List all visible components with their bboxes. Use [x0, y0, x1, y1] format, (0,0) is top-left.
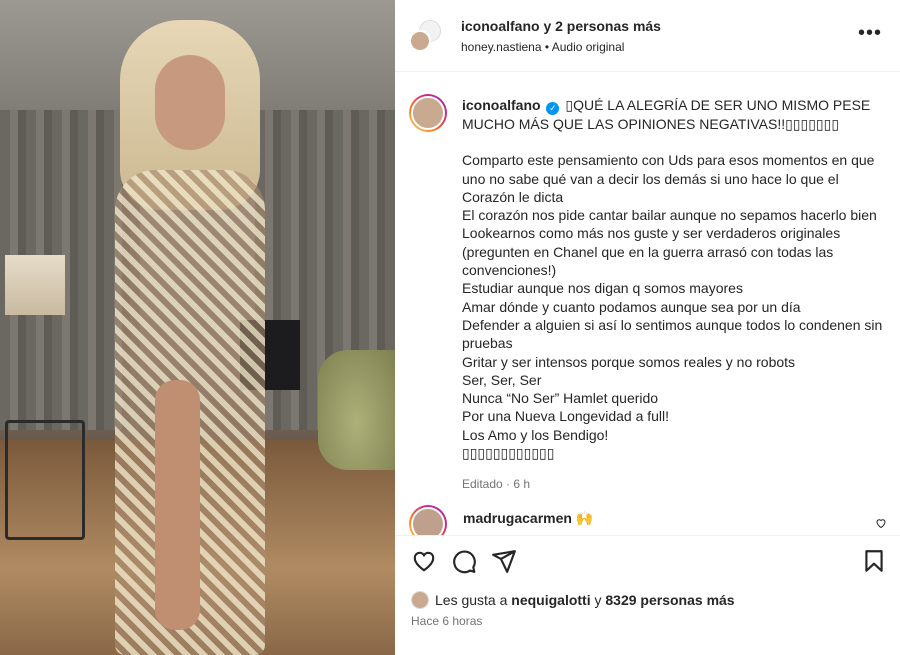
photo-face: [155, 55, 225, 150]
heart-icon[interactable]: [411, 548, 437, 574]
caption-line: Por una Nueva Longevidad a full!: [462, 408, 670, 425]
author-username[interactable]: iconoalfano: [461, 18, 540, 34]
avatar[interactable]: [411, 591, 429, 609]
comment-icon[interactable]: [451, 548, 477, 574]
post-header: iconoalfano y 2 personas más honey.nasti…: [395, 0, 900, 72]
separator: •: [544, 40, 550, 54]
likes-count-link[interactable]: 8329 personas más: [605, 592, 734, 608]
comment-emoji: 🙌: [575, 510, 594, 526]
caption-line: Comparto este pensamiento con Uds para e…: [462, 152, 875, 205]
caption-line: Gritar y ser intensos porque somos reale…: [462, 353, 796, 370]
post-window: iconoalfano y 2 personas más honey.nasti…: [0, 0, 900, 655]
post-time[interactable]: Hace 6 horas: [411, 614, 482, 628]
avatar: [409, 30, 431, 52]
photo-leg: [155, 380, 200, 630]
likes-conj: y: [594, 592, 602, 608]
comment-author: madrugacarmen 🙌: [463, 510, 593, 527]
comment-username[interactable]: madrugacarmen: [463, 510, 572, 526]
caption-first-line: iconoalfano ✓ ▯QUÉ LA ALEGRÍA DE SER UNO…: [462, 96, 887, 133]
caption-text: iconoalfano ✓ ▯QUÉ LA ALEGRÍA DE SER UNO…: [462, 96, 887, 494]
comment-row: madrugacarmen 🙌: [409, 505, 900, 543]
avatar[interactable]: [409, 94, 447, 132]
post-subtitle: honey.nastiena • Audio original: [461, 40, 624, 54]
photo-lamp: [5, 255, 65, 315]
likes-user-link[interactable]: nequigalotti: [511, 592, 590, 608]
post-actions: Les gusta a nequigalotti y 8329 personas…: [395, 535, 900, 645]
caption-line: Nunca “No Ser” Hamlet querido: [462, 390, 659, 407]
caption-line: Defender a alguien si así lo sentimos au…: [462, 316, 883, 352]
coauthors-link[interactable]: y 2 personas más: [543, 18, 661, 34]
caption-line: Ser, Ser, Ser: [462, 371, 542, 388]
caption-emoji-line: ▯▯▯▯▯▯▯▯▯▯▯▯: [462, 445, 555, 462]
save-icon[interactable]: [861, 548, 887, 574]
audio-user-link[interactable]: honey.nastiena: [461, 40, 542, 54]
share-icon[interactable]: [491, 548, 517, 574]
caption-line: Los Amo y los Bendigo!: [462, 426, 609, 443]
more-options-icon[interactable]: •••: [858, 23, 882, 43]
caption-area: iconoalfano ✓ ▯QUÉ LA ALEGRÍA DE SER UNO…: [395, 72, 900, 500]
comment-like-heart-icon[interactable]: [875, 517, 887, 529]
post-photo[interactable]: [0, 0, 395, 655]
likes-summary: Les gusta a nequigalotti y 8329 personas…: [411, 591, 735, 609]
photo-person: [100, 20, 285, 655]
caption-line: Lookearnos como más nos guste y ser verd…: [462, 225, 841, 279]
photo-chair: [318, 350, 395, 470]
photo-table: [5, 420, 85, 540]
collab-avatars[interactable]: [409, 20, 441, 52]
caption-line: Amar dónde y cuanto podamos aunque sea p…: [462, 298, 801, 315]
caption-line: Estudiar aunque nos digan q somos mayore…: [462, 280, 743, 297]
verified-badge-icon: ✓: [546, 102, 560, 115]
caption-emoji: ▯: [565, 97, 574, 113]
likes-prefix: Les gusta a: [435, 592, 508, 608]
caption-emoji: ▯▯▯▯▯▯▯: [785, 116, 840, 132]
post-author[interactable]: iconoalfano y 2 personas más: [461, 18, 661, 34]
caption-line: El corazón nos pide cantar bailar aunque…: [462, 207, 877, 224]
edited-timestamp: Editado · 6 h: [462, 477, 531, 492]
audio-link[interactable]: Audio original: [552, 40, 625, 54]
caption-blank: [462, 133, 887, 151]
caption-username[interactable]: iconoalfano: [462, 97, 541, 113]
